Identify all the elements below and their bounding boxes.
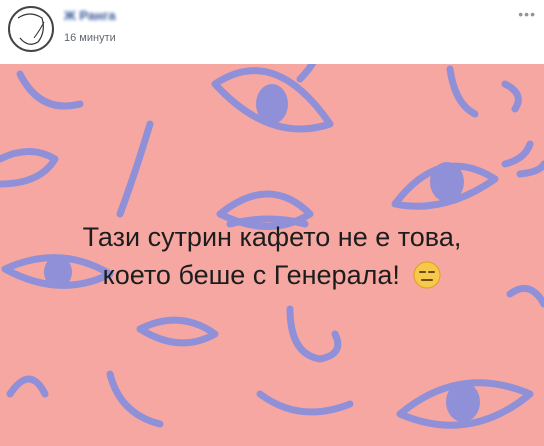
avatar[interactable] bbox=[8, 6, 54, 52]
expressionless-face-emoji bbox=[413, 261, 441, 289]
more-options-button[interactable]: ••• bbox=[518, 6, 536, 22]
post-image[interactable]: Тази сутрин кафето не е това, което беше… bbox=[0, 64, 544, 446]
post-text-line-2: което беше с Генерала! bbox=[102, 260, 400, 290]
post-text-line-1: Тази сутрин кафето не е това, bbox=[82, 222, 462, 252]
post-timestamp[interactable]: 16 минути bbox=[64, 32, 116, 44]
post-header: Ж Ранга 16 минути ••• bbox=[0, 0, 544, 64]
post-image-text: Тази сутрин кафето не е това, което беше… bbox=[0, 218, 544, 294]
author-name[interactable]: Ж Ранга bbox=[64, 8, 116, 23]
post-text-line-2-row: което беше с Генерала! bbox=[0, 256, 544, 294]
